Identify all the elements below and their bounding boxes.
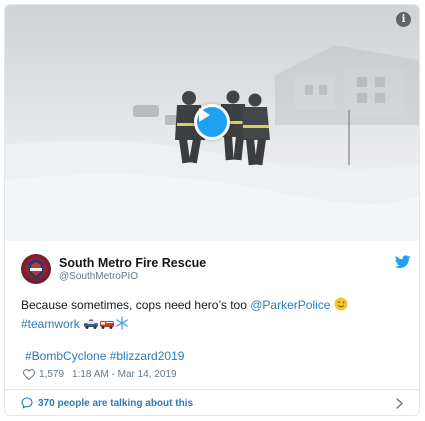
- tweet-text: Because sometimes, cops need hero’s too …: [21, 297, 411, 335]
- police-car-icon: [83, 318, 99, 335]
- hashtag-teamwork-link[interactable]: #teamwork: [21, 317, 80, 331]
- tweet-author[interactable]: South Metro Fire Rescue @SouthMetroPIO: [21, 253, 411, 287]
- fire-rescue-logo: [28, 259, 44, 279]
- heart-icon[interactable]: [23, 368, 35, 380]
- avatar[interactable]: [21, 254, 51, 284]
- chevron-right-icon[interactable]: [396, 398, 403, 409]
- fire-engine-icon: [99, 318, 115, 335]
- hashtag-links[interactable]: #BombCyclone #blizzard2019: [25, 349, 184, 363]
- talking-about-link[interactable]: 370 people are talking about this: [38, 398, 193, 409]
- tweet-body: Because sometimes, cops need hero’s too: [21, 298, 251, 312]
- tweet-timestamp[interactable]: 1:18 AM - Mar 14, 2019: [72, 369, 177, 380]
- comment-icon: [21, 397, 33, 409]
- mention-link[interactable]: @ParkerPolice: [250, 298, 330, 312]
- snowflake-icon: [115, 316, 129, 335]
- conversation-link[interactable]: 370 people are talking about this: [5, 390, 419, 415]
- embedded-tweet-card[interactable]: i South Metro Fire Rescue @SouthMetroPIO…: [4, 4, 420, 416]
- play-icon: [199, 108, 210, 122]
- play-button[interactable]: [194, 104, 230, 140]
- author-name[interactable]: South Metro Fire Rescue: [59, 256, 206, 270]
- video-thumbnail[interactable]: i: [5, 5, 419, 241]
- info-icon[interactable]: i: [396, 12, 411, 27]
- tweet-meta: 1,579 1:18 AM - Mar 14, 2019: [23, 367, 177, 381]
- twitter-bird-icon[interactable]: [395, 255, 411, 269]
- like-count[interactable]: 1,579: [39, 369, 64, 380]
- author-handle[interactable]: @SouthMetroPIO: [59, 271, 138, 282]
- winking-face-icon: [334, 297, 348, 316]
